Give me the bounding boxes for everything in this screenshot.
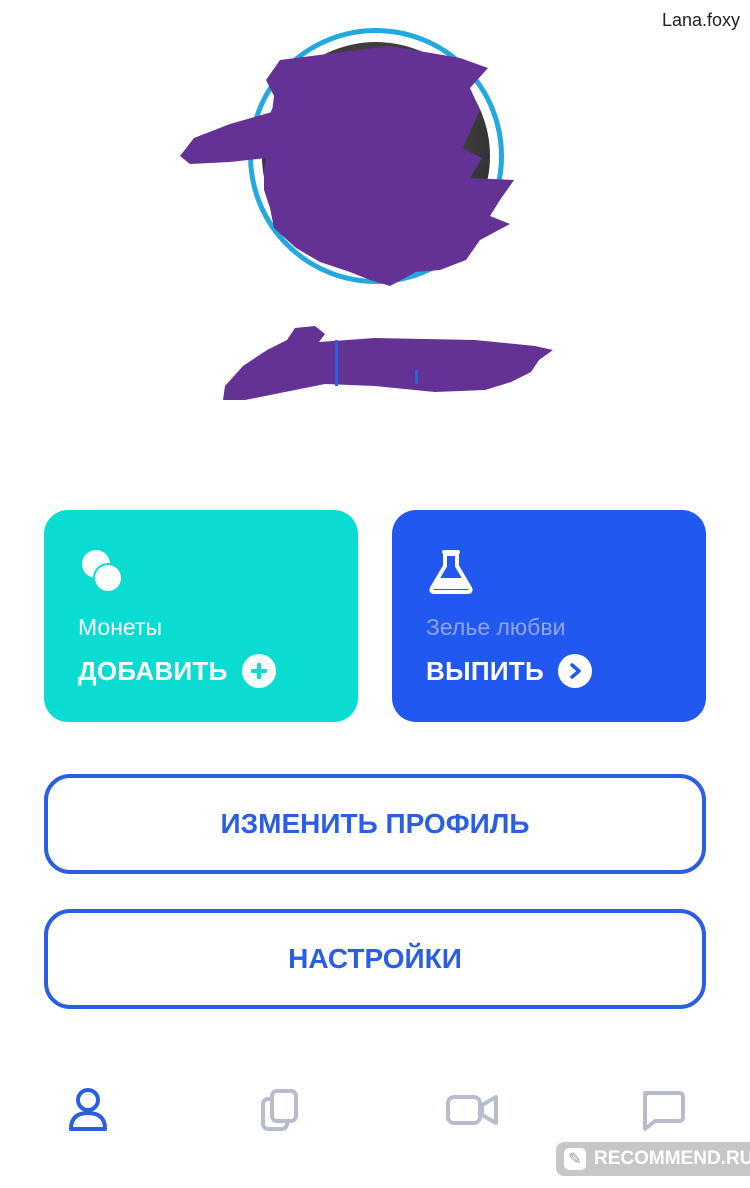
edit-profile-button[interactable]: ИЗМЕНИТЬ ПРОФИЛЬ — [44, 774, 706, 874]
add-coins-label: ДОБАВИТЬ — [78, 655, 228, 686]
video-icon — [446, 1095, 498, 1125]
nav-item-video[interactable] — [442, 1080, 502, 1140]
drink-potion-label: ВЫПИТЬ — [426, 655, 544, 686]
cards-icon — [261, 1089, 298, 1131]
profile-icon — [69, 1088, 107, 1131]
nav-item-profile[interactable] — [58, 1080, 118, 1140]
nav-item-chat[interactable] — [632, 1080, 692, 1140]
bottom-navigation — [0, 1080, 750, 1140]
settings-button[interactable]: НАСТРОЙКИ — [44, 909, 706, 1009]
redaction-scribble-avatar — [180, 46, 514, 286]
nav-item-cards[interactable] — [250, 1080, 310, 1140]
chat-icon — [643, 1091, 685, 1131]
drink-potion-button[interactable]: ВЫПИТЬ — [426, 654, 592, 688]
add-coins-button[interactable]: ДОБАВИТЬ — [78, 654, 276, 688]
love-potion-label: Зелье любви — [426, 614, 566, 640]
coins-card[interactable]: Монеты ДОБАВИТЬ — [44, 510, 358, 722]
flask-icon — [429, 550, 473, 594]
watermark-recommend: ✎ RECOMMEND.RU — [556, 1142, 750, 1176]
coins-icon — [82, 550, 123, 593]
love-potion-card[interactable]: Зелье любви ВЫПИТЬ — [392, 510, 706, 722]
coins-label: Монеты — [78, 614, 163, 640]
watermark-recommend-text: RECOMMEND.RU — [594, 1148, 750, 1169]
redaction-scribble-name — [223, 326, 553, 400]
plus-icon — [241, 654, 276, 688]
watermark-username: Lana.foxy — [661, 10, 740, 30]
chevron-right-icon — [557, 654, 592, 688]
recommend-logo-icon: ✎ — [564, 1148, 586, 1170]
